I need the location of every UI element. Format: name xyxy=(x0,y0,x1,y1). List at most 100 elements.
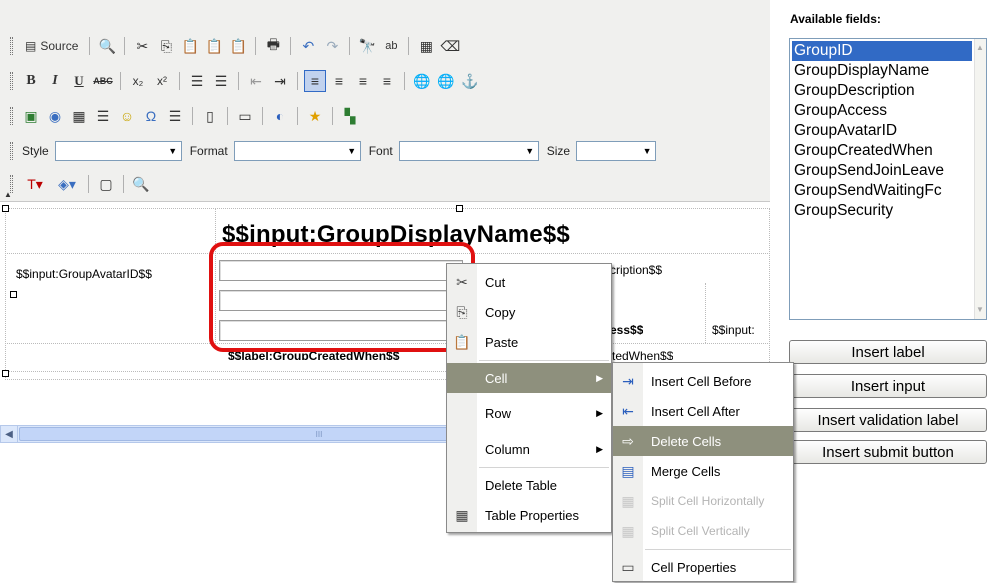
horizontal-rule-icon[interactable]: ☰ xyxy=(92,105,114,127)
resize-handle[interactable] xyxy=(2,205,9,212)
unlink-icon[interactable]: 🌐 xyxy=(435,70,457,92)
underline-icon[interactable]: U xyxy=(68,70,90,92)
page-break-icon[interactable]: ☰ xyxy=(164,105,186,127)
star-icon[interactable]: ★ xyxy=(304,105,326,127)
menu-item-cell[interactable]: Cell ▶ xyxy=(447,363,611,393)
toolbar-grip[interactable] xyxy=(10,142,13,160)
list-item[interactable]: GroupSendWaitingFc xyxy=(792,181,942,201)
input-field-partial[interactable]: $$input: xyxy=(712,323,770,337)
list-item[interactable]: GroupAccess xyxy=(792,101,887,121)
list-item[interactable]: GroupSecurity xyxy=(792,201,893,221)
list-item[interactable]: GroupAvatarID xyxy=(792,121,897,141)
menu-item-table-properties[interactable]: ▦ Table Properties xyxy=(447,500,611,530)
paste-text-icon[interactable]: 📋 xyxy=(203,35,225,57)
submenu-arrow-icon: ▶ xyxy=(596,407,603,418)
indent-icon[interactable]: ⇥ xyxy=(269,70,291,92)
list-item[interactable]: GroupDisplayName xyxy=(792,61,929,81)
format-select[interactable]: ▼ xyxy=(233,141,361,161)
remove-format-icon[interactable]: ⌫ xyxy=(439,35,461,57)
bold-icon[interactable]: B xyxy=(20,70,42,92)
scroll-left-icon[interactable]: ◀ xyxy=(1,426,18,442)
list-item[interactable]: GroupDescription xyxy=(792,81,915,101)
show-blocks-icon[interactable]: 🔍 xyxy=(130,173,152,195)
background-color-icon[interactable]: ◈▾ xyxy=(52,173,82,195)
paste-icon[interactable]: 📋 xyxy=(179,35,201,57)
maximize-icon[interactable]: ▢ xyxy=(95,173,117,195)
table-icon[interactable]: ▦ xyxy=(68,105,90,127)
menu-item-split-vertically[interactable]: ▦ Split Cell Vertically xyxy=(613,516,793,546)
subscript-icon[interactable]: x₂ xyxy=(127,70,149,92)
align-left-icon[interactable]: ≡ xyxy=(304,70,326,92)
select-all-icon[interactable]: ▦ xyxy=(415,35,437,57)
menu-item-copy[interactable]: ⎘ Copy xyxy=(447,297,611,327)
menu-item-cut[interactable]: ✂ Cut xyxy=(447,267,611,297)
created-field-partial[interactable]: tedWhen$$ xyxy=(612,349,673,360)
special-char-icon[interactable]: Ω xyxy=(140,105,162,127)
iframe-icon[interactable]: ▭ xyxy=(234,105,256,127)
menu-item-delete-cells[interactable]: ⇨ Delete Cells xyxy=(613,426,793,456)
menu-item-split-horizontally[interactable]: ▦ Split Cell Horizontally xyxy=(613,486,793,516)
available-fields-list[interactable]: GroupID GroupDisplayName GroupDescriptio… xyxy=(789,38,987,320)
list-item[interactable]: GroupID xyxy=(792,41,972,61)
insert-label-button[interactable]: Insert label xyxy=(789,340,987,364)
resize-handle[interactable] xyxy=(10,291,17,298)
plugin-icon[interactable]: ▚ xyxy=(339,105,361,127)
menu-item-paste[interactable]: 📋 Paste xyxy=(447,327,611,357)
image-icon[interactable]: ▣ xyxy=(20,105,42,127)
menu-item-column[interactable]: Column ▶ xyxy=(447,434,611,464)
italic-icon[interactable]: I xyxy=(44,70,66,92)
copy-icon[interactable]: ⎘ xyxy=(155,35,177,57)
scroll-down-icon[interactable]: ▼ xyxy=(976,305,984,314)
size-select[interactable]: ▼ xyxy=(576,141,657,161)
preview-icon[interactable]: 🔍 xyxy=(96,35,118,57)
toolbar-grip[interactable] xyxy=(10,107,13,125)
insert-submit-button-button[interactable]: Insert submit button xyxy=(789,440,987,464)
undo-icon[interactable]: ↶ xyxy=(297,35,319,57)
avatar-field-label[interactable]: $$input:GroupAvatarID$$ xyxy=(16,267,212,281)
access-field-partial[interactable]: ess$$ xyxy=(610,323,643,337)
toolbar-grip[interactable] xyxy=(10,72,13,90)
insert-validation-label-button[interactable]: Insert validation label xyxy=(789,408,987,432)
paste-word-icon[interactable]: 📋 xyxy=(227,35,249,57)
numbered-list-icon[interactable]: ☰ xyxy=(186,70,208,92)
font-select[interactable]: ▼ xyxy=(398,141,539,161)
style-select[interactable]: ▼ xyxy=(54,141,182,161)
print-icon[interactable]: 🖶 xyxy=(262,35,284,57)
link-icon[interactable]: 🌐 xyxy=(411,70,433,92)
bulleted-list-icon[interactable]: ☰ xyxy=(210,70,232,92)
text-color-icon[interactable]: T▾ xyxy=(20,173,50,195)
outdent-icon[interactable]: ⇤ xyxy=(245,70,267,92)
collapse-toolbar-icon[interactable]: ▲ xyxy=(4,190,12,199)
find-icon[interactable]: 🔭 xyxy=(356,35,378,57)
list-item[interactable]: GroupCreatedWhen xyxy=(792,141,933,161)
replace-icon[interactable]: ab xyxy=(380,35,402,57)
menu-item-merge-cells[interactable]: ▤ Merge Cells xyxy=(613,456,793,486)
toolbar-grip[interactable] xyxy=(10,37,13,55)
source-button[interactable]: ▤ Source xyxy=(20,35,83,57)
redo-icon[interactable]: ↷ xyxy=(321,35,343,57)
strikethrough-icon[interactable]: ABC xyxy=(92,70,114,92)
align-center-icon[interactable]: ≡ xyxy=(328,70,350,92)
menu-item-insert-cell-after[interactable]: ⇤ Insert Cell After xyxy=(613,396,793,426)
menu-item-delete-table[interactable]: Delete Table xyxy=(447,470,611,500)
superscript-icon[interactable]: x² xyxy=(151,70,173,92)
scroll-up-icon[interactable]: ▲ xyxy=(976,43,984,52)
resize-handle[interactable] xyxy=(2,370,9,377)
insert-input-button[interactable]: Insert input xyxy=(789,374,987,398)
menu-item-cell-properties[interactable]: ▭ Cell Properties xyxy=(613,552,793,582)
anchor-icon[interactable]: ⚓ xyxy=(459,70,481,92)
form-icon[interactable]: ▯ xyxy=(199,105,221,127)
resize-handle[interactable] xyxy=(456,205,463,212)
flash-icon[interactable]: ◉ xyxy=(44,105,66,127)
menu-item-insert-cell-before[interactable]: ⇥ Insert Cell Before xyxy=(613,366,793,396)
description-field-partial[interactable]: cription$$ xyxy=(610,263,662,277)
smiley-icon[interactable]: ☺ xyxy=(116,105,138,127)
font-label: Font xyxy=(368,144,393,158)
color-icon[interactable]: ◐ xyxy=(269,105,291,127)
list-item[interactable]: GroupSendJoinLeave xyxy=(792,161,944,181)
menu-item-row[interactable]: Row ▶ xyxy=(447,398,611,428)
cut-icon[interactable]: ✂ xyxy=(131,35,153,57)
align-right-icon[interactable]: ≡ xyxy=(352,70,374,92)
list-scrollbar[interactable]: ▲ ▼ xyxy=(974,39,986,319)
align-justify-icon[interactable]: ≡ xyxy=(376,70,398,92)
